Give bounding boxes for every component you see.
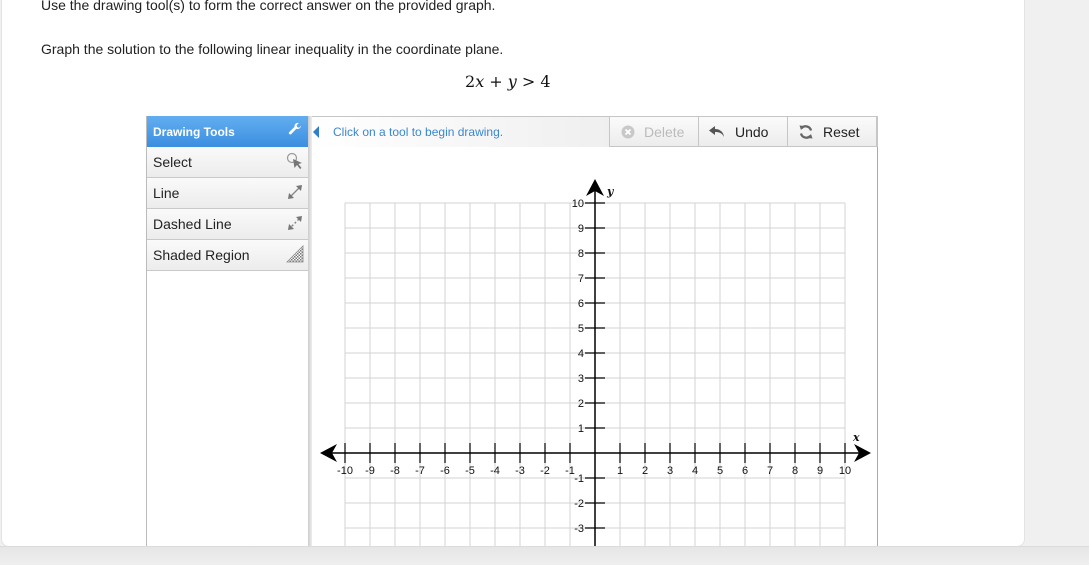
- x-tick-label: -3: [515, 465, 525, 477]
- x-tick-label: -4: [490, 465, 500, 477]
- x-axis-label: x: [852, 431, 860, 444]
- y-tick-label: 9: [578, 223, 584, 235]
- y-tick-label: 1: [578, 423, 584, 435]
- y-tick-label: 8: [578, 248, 584, 260]
- y-tick-label: -1: [574, 473, 584, 485]
- y-tick-label: -3: [574, 523, 584, 535]
- y-tick-label: 6: [578, 298, 584, 310]
- axes: [320, 179, 871, 546]
- x-tick-label: -7: [415, 465, 425, 477]
- x-tick-label: 4: [692, 465, 698, 477]
- x-tick-label: -9: [365, 465, 375, 477]
- x-tick-label: -8: [390, 465, 400, 477]
- x-tick-labels: -10 -9 -8 -7 -6 -5 -4 -3 -2 -1 1 2 3 4 5 6 7 8 9 10: [337, 465, 851, 477]
- y-axis-label: y: [606, 185, 615, 198]
- y-tick-label: 7: [578, 273, 584, 285]
- y-tick-label: 5: [578, 323, 584, 335]
- x-tick-label: -2: [540, 465, 550, 477]
- y-tick-label: 3: [578, 373, 584, 385]
- x-tick-label: 1: [617, 465, 623, 477]
- x-tick-label: -5: [465, 465, 475, 477]
- x-tick-label: 7: [767, 465, 773, 477]
- bottom-bar: [0, 546, 1089, 565]
- coordinate-plane[interactable]: -10 -9 -8 -7 -6 -5 -4 -3 -2 -1 1 2 3 4 5 6 7 8 9 10 10 9 8 7 6 5…: [0, 0, 1089, 546]
- x-tick-label: 3: [667, 465, 673, 477]
- y-tick-label: -2: [574, 498, 584, 510]
- x-tick-label: -10: [337, 465, 353, 477]
- y-tick-label: 4: [578, 348, 584, 360]
- x-tick-label: 8: [792, 465, 798, 477]
- x-tick-label: 9: [817, 465, 823, 477]
- x-tick-label: 5: [717, 465, 723, 477]
- x-tick-label: 6: [742, 465, 748, 477]
- y-tick-labels: 10 9 8 7 6 5 4 3 2 1 -1 -2 -3: [572, 198, 584, 535]
- x-tick-label: 10: [839, 465, 851, 477]
- y-tick-label: 2: [578, 398, 584, 410]
- x-tick-label: 2: [642, 465, 648, 477]
- x-tick-label: -6: [440, 465, 450, 477]
- y-tick-label: 10: [572, 198, 584, 210]
